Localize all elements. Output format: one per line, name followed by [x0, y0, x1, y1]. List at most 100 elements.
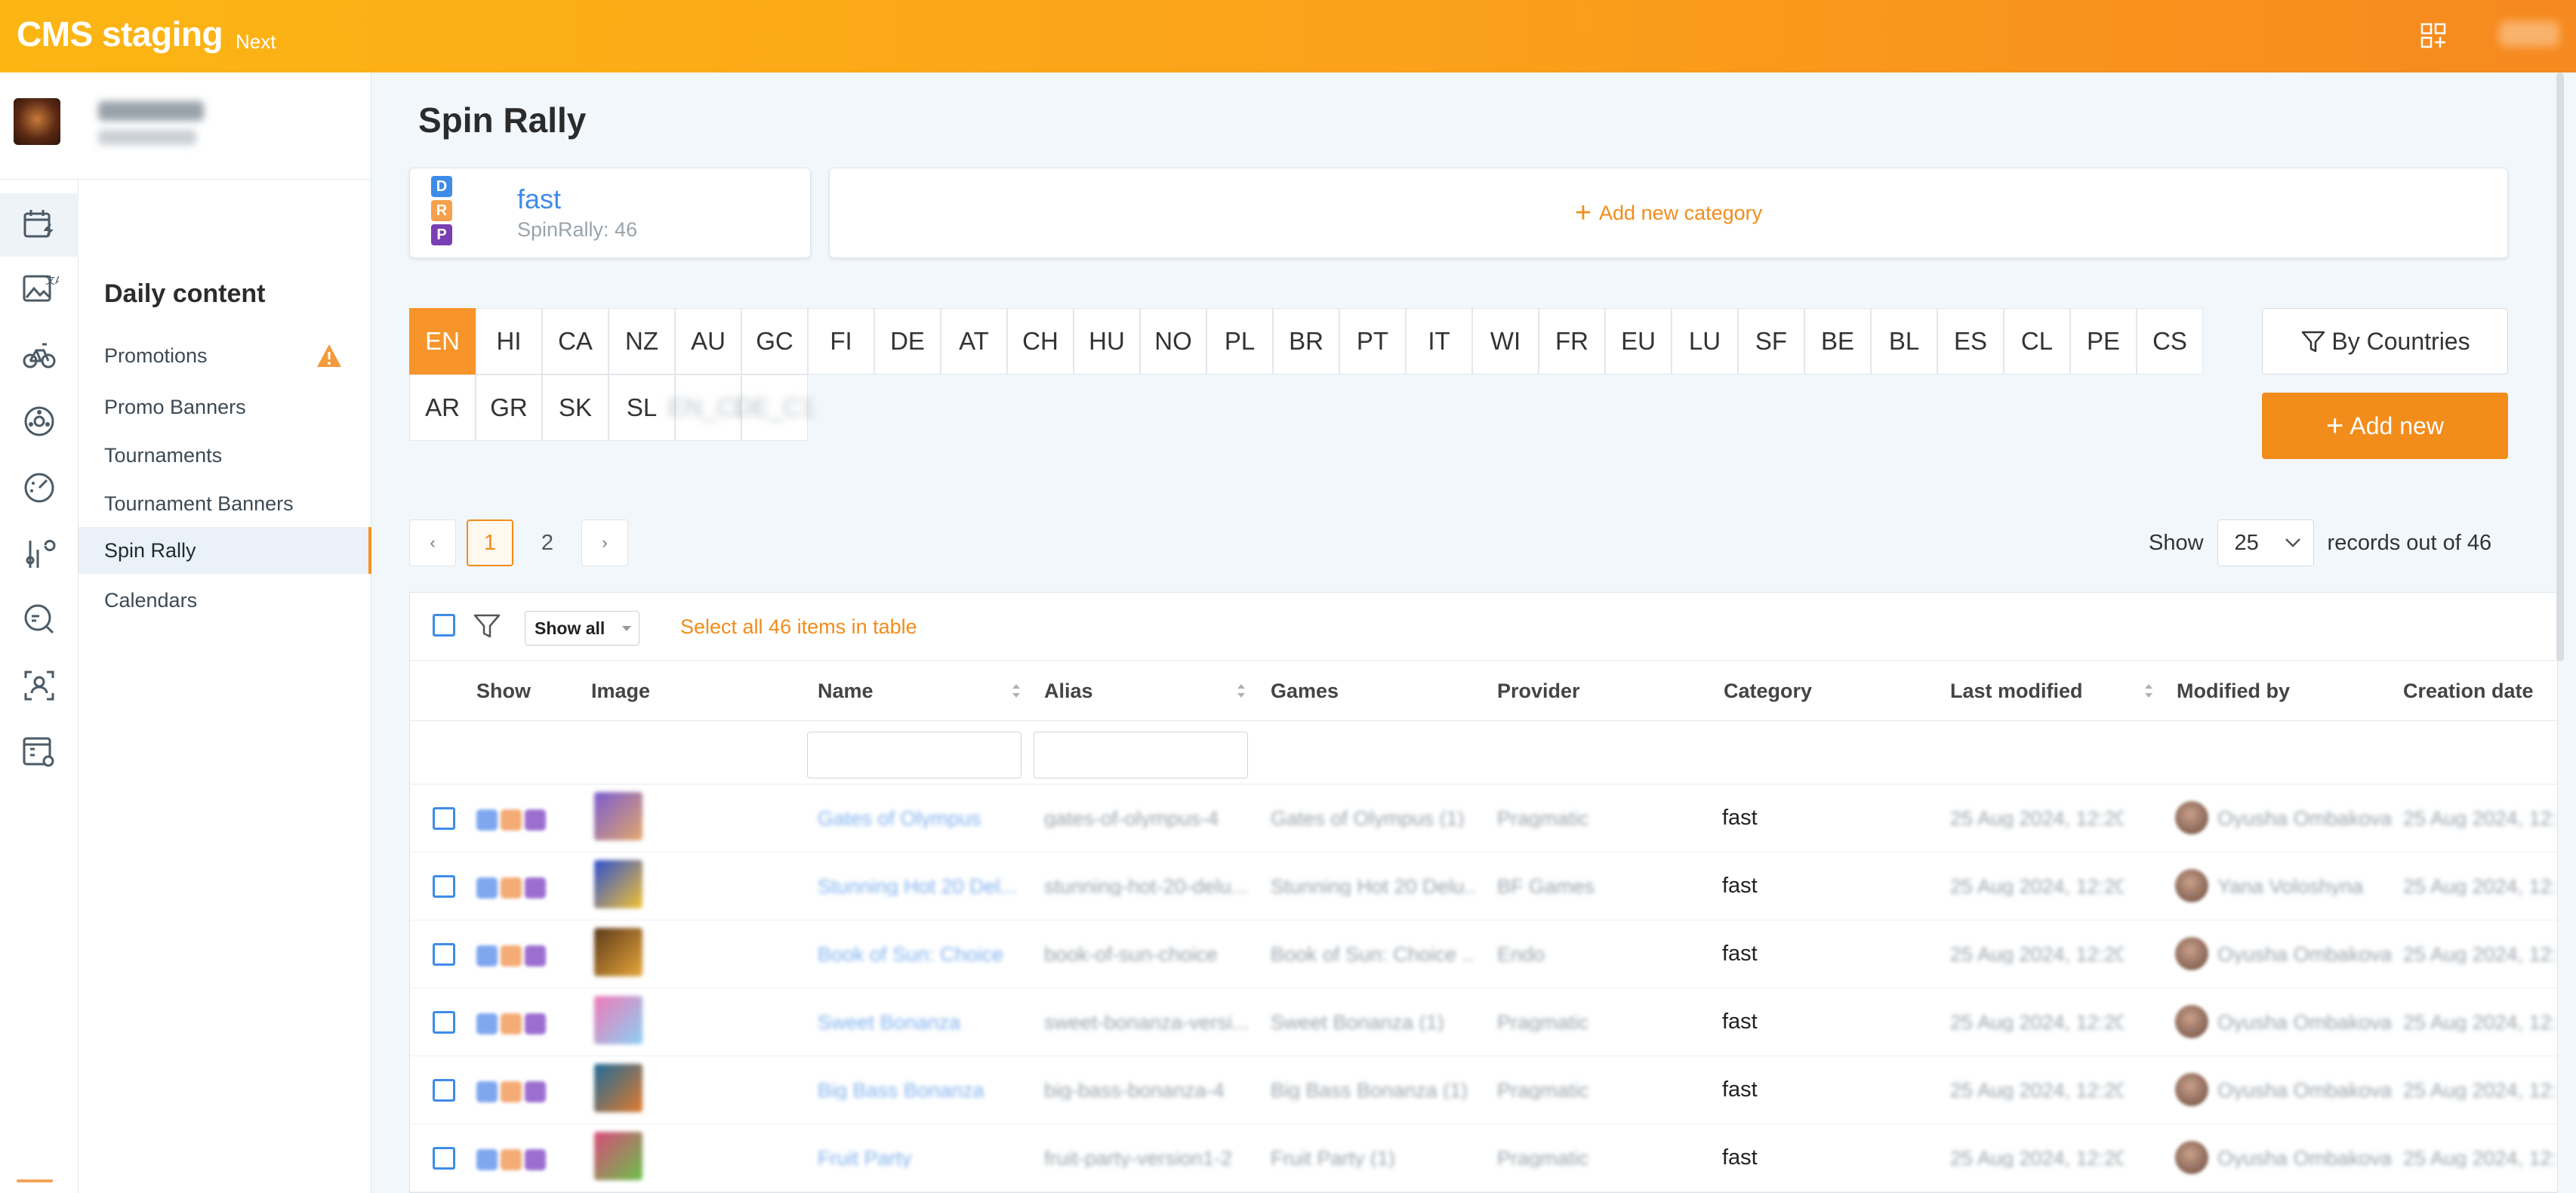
filter-icon[interactable]	[472, 611, 502, 641]
row-checkbox[interactable]	[433, 1011, 455, 1034]
lang-tab-en[interactable]: EN	[409, 308, 476, 375]
col-alias[interactable]: Alias	[1044, 661, 1093, 721]
page-1[interactable]: 1	[467, 519, 513, 566]
row-name[interactable]: Sweet Bonanza	[818, 1011, 1021, 1032]
lang-tab-de[interactable]: DE	[874, 308, 941, 375]
nav-item-promotions[interactable]: Promotions	[79, 332, 371, 379]
category-name[interactable]: fast	[517, 183, 561, 215]
nav-item-spin-rally[interactable]: Spin Rally	[79, 527, 371, 574]
lang-tab-fi[interactable]: FI	[808, 308, 874, 375]
rail-users[interactable]	[0, 654, 79, 717]
category-card[interactable]: D R P fast SpinRally: 46	[409, 168, 811, 258]
lang-tab-au[interactable]: AU	[675, 308, 741, 375]
nav-item-tournaments[interactable]: Tournaments	[79, 432, 371, 479]
add-new-button[interactable]: + Add new	[2262, 393, 2508, 459]
rail-settings[interactable]	[0, 720, 79, 784]
alias-filter-input[interactable]	[1034, 732, 1248, 778]
lang-tab-nz[interactable]: NZ	[609, 308, 675, 375]
row-name[interactable]: Big Bass Bonanza	[818, 1079, 1021, 1100]
lang-tab-br[interactable]: BR	[1273, 308, 1339, 375]
row-name[interactable]: Gates of Olympus	[818, 807, 1021, 828]
brand-flags	[476, 877, 546, 899]
show-label: Show	[2149, 530, 2204, 555]
lang-tab-pe[interactable]: PE	[2070, 308, 2137, 375]
lang-tab-hu[interactable]: HU	[1074, 308, 1140, 375]
show-filter-select[interactable]: Show all	[525, 611, 639, 646]
page-2[interactable]: 2	[524, 519, 571, 566]
row-provider: Pragmatic	[1497, 807, 1589, 828]
page-scrollbar[interactable]	[2556, 72, 2564, 661]
select-all-checkbox[interactable]	[433, 614, 455, 637]
lang-tab-label: FR	[1555, 327, 1588, 355]
lang-tab-sf[interactable]: SF	[1738, 308, 1804, 375]
name-filter-input[interactable]	[807, 732, 1021, 778]
lang-tab-de_c1[interactable]: DE_C1	[735, 375, 815, 441]
rail-daily-content[interactable]	[0, 193, 79, 257]
per-page-select[interactable]: 25	[2217, 519, 2314, 566]
lang-tab-cl[interactable]: CL	[2004, 308, 2070, 375]
sort-icon[interactable]	[2143, 682, 2154, 700]
rail-bike[interactable]	[0, 323, 79, 387]
lang-tab-be[interactable]: BE	[1804, 308, 1871, 375]
lang-tab-bl[interactable]: BL	[1871, 308, 1937, 375]
lang-tab-sl[interactable]: SL	[609, 375, 675, 441]
next-page-button[interactable]: ›	[581, 519, 628, 566]
by-countries-button[interactable]: By Countries	[2262, 308, 2508, 375]
nav-item-promo-banners[interactable]: Promo Banners	[79, 384, 371, 430]
lang-tab-lu[interactable]: LU	[1672, 308, 1738, 375]
app-title[interactable]: CMS staging	[17, 14, 223, 54]
table-row[interactable]: Gates of Olympus gates-of-olympus-4 Gates …	[410, 785, 2557, 852]
lang-tab-hi[interactable]: HI	[476, 308, 542, 375]
user-scan-icon	[24, 670, 54, 701]
nav-item-label: Promotions	[104, 344, 208, 367]
lang-tab-pt[interactable]: PT	[1339, 308, 1406, 375]
sort-icon[interactable]	[1236, 682, 1246, 700]
rail-search[interactable]	[0, 587, 79, 651]
rail-gauge[interactable]	[0, 456, 79, 519]
row-checkbox[interactable]	[433, 807, 455, 830]
nav-item-calendars[interactable]: Calendars	[79, 577, 371, 624]
lang-tab-gr[interactable]: GR	[476, 375, 542, 441]
row-checkbox[interactable]	[433, 1147, 455, 1170]
rail-tools[interactable]	[0, 523, 79, 586]
lang-tab-eu[interactable]: EU	[1605, 308, 1672, 375]
apps-grid-icon[interactable]	[2420, 23, 2448, 50]
lang-tab-at[interactable]: AT	[941, 308, 1007, 375]
row-checkbox[interactable]	[433, 1079, 455, 1102]
row-checkbox[interactable]	[433, 943, 455, 966]
table-row[interactable]: Sweet Bonanza sweet-bonanza-versi... Sweet…	[410, 988, 2557, 1056]
table-row[interactable]: Book of Sun: Choice book-of-sun-choice Boo…	[410, 920, 2557, 988]
col-last-modified[interactable]: Last modified	[1950, 661, 2083, 721]
lang-tab-gc[interactable]: GC	[741, 308, 808, 375]
lang-tab-en_c1[interactable]: EN_C1	[668, 375, 748, 441]
rail-media[interactable]: 文A	[0, 257, 79, 320]
lang-tab-cs[interactable]: CS	[2137, 308, 2203, 375]
sort-icon[interactable]	[1011, 682, 1021, 700]
select-all-link[interactable]: Select all 46 items in table	[680, 615, 917, 639]
add-category-button[interactable]: + Add new category	[829, 168, 2508, 258]
user-menu[interactable]	[2499, 21, 2559, 47]
rail-wheel[interactable]	[0, 390, 79, 453]
row-name[interactable]: Book of Sun: Choice	[818, 943, 1021, 964]
col-name[interactable]: Name	[818, 661, 874, 721]
user-profile[interactable]	[0, 72, 371, 180]
lang-tab-fr[interactable]: FR	[1539, 308, 1605, 375]
lang-tab-it[interactable]: IT	[1406, 308, 1472, 375]
row-checkbox[interactable]	[433, 875, 455, 898]
lang-tab-ar[interactable]: AR	[409, 375, 476, 441]
lang-tab-ca[interactable]: CA	[542, 308, 609, 375]
table-row[interactable]: Stunning Hot 20 Del... stunning-hot-20-de…	[410, 852, 2557, 920]
lang-tab-wi[interactable]: WI	[1472, 308, 1539, 375]
lang-tab-ch[interactable]: CH	[1007, 308, 1074, 375]
table-row[interactable]: Big Bass Bonanza big-bass-bonanza-4 Big Ba…	[410, 1056, 2557, 1124]
lang-tab-es[interactable]: ES	[1937, 308, 2004, 375]
lang-tab-no[interactable]: NO	[1140, 308, 1206, 375]
row-name[interactable]: Stunning Hot 20 Del...	[818, 875, 1021, 896]
lang-tab-sk[interactable]: SK	[542, 375, 609, 441]
row-name[interactable]: Fruit Party	[818, 1147, 1021, 1168]
lang-tab-pl[interactable]: PL	[1206, 308, 1273, 375]
prev-page-button[interactable]: ‹	[409, 519, 456, 566]
nav-item-tournament-banners[interactable]: Tournament Banners	[79, 480, 371, 527]
table-row[interactable]: Fruit Party fruit-party-version1-2 Fruit P…	[410, 1124, 2557, 1192]
row-last-modified: 25 Aug 2024, 12:20	[1950, 943, 2124, 964]
